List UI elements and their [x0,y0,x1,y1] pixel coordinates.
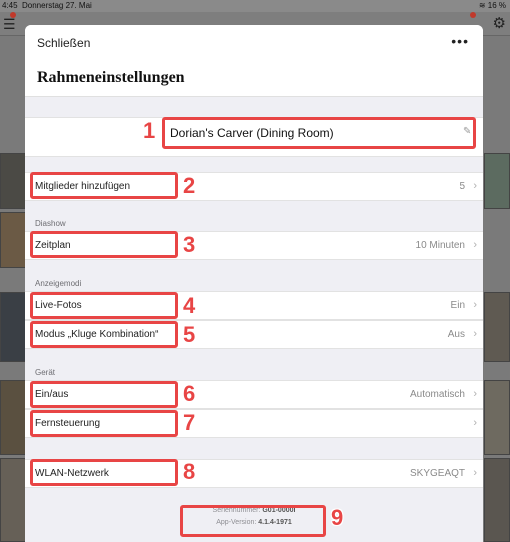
wifi-icon: ≋ [478,1,486,10]
notification-dot [470,12,476,18]
photo-thumbnail [0,212,26,268]
annotation-number: 1 [143,118,156,143]
annotation-number: 6 [183,381,196,406]
chevron-right-icon: › [473,467,477,479]
chevron-right-icon: › [473,328,477,340]
highlight-box [30,231,178,258]
chevron-right-icon: › [473,417,477,429]
battery-level: 16 % [487,1,506,10]
photo-thumbnail [484,380,510,455]
chevron-right-icon: › [473,180,477,192]
annotation-number: 9 [331,505,344,530]
row-value: Aus [447,329,465,340]
section-header-device: Gerät [35,368,56,377]
more-icon[interactable]: ••• [451,33,469,49]
row-value: Automatisch [409,389,465,400]
row-value: SKYGEAQT [409,468,465,479]
status-date: Donnerstag 27. Mai [22,1,92,10]
gear-icon[interactable]: ⚙ [493,14,506,32]
page-title: Rahmeneinstellungen [37,69,185,86]
photo-thumbnail [0,458,26,542]
chevron-right-icon: › [473,388,477,400]
highlight-box [180,505,326,537]
status-bar: 4:45 Donnerstag 27. Mai ≋ 16 % [0,0,510,12]
highlight-box [162,117,476,149]
annotation-number: 4 [183,293,196,318]
highlight-box [30,459,178,486]
menu-icon[interactable]: ☰ [3,16,16,33]
status-time: 4:45 [2,1,18,10]
close-button[interactable]: Schließen [37,36,90,50]
annotation-number: 3 [183,232,196,257]
highlight-box [30,321,178,348]
photo-thumbnail [0,292,26,362]
photo-thumbnail [484,458,510,542]
row-value: Ein [450,300,465,311]
annotation-number: 8 [183,459,196,484]
row-value: 10 Minuten [415,240,465,251]
photo-thumbnail [484,292,510,362]
section-header-display-modes: Anzeigemodi [35,279,82,288]
highlight-box [30,410,178,437]
photo-thumbnail [0,380,26,455]
highlight-box [30,172,178,199]
row-value: 5 [459,181,465,192]
chevron-right-icon: › [473,239,477,251]
sheet-header: Schließen ••• Rahmeneinstellungen [25,25,483,97]
highlight-box [30,292,178,319]
battery-indicator: ≋ 16 % [479,1,506,10]
annotation-number: 7 [183,410,196,435]
annotation-number: 2 [183,173,196,198]
annotation-number: 5 [183,322,196,347]
section-header-slideshow: Diashow [35,219,66,228]
photo-thumbnail [484,153,510,209]
notification-dot [10,12,16,18]
highlight-box [30,381,178,408]
photo-thumbnail [0,153,26,209]
chevron-right-icon: › [473,299,477,311]
